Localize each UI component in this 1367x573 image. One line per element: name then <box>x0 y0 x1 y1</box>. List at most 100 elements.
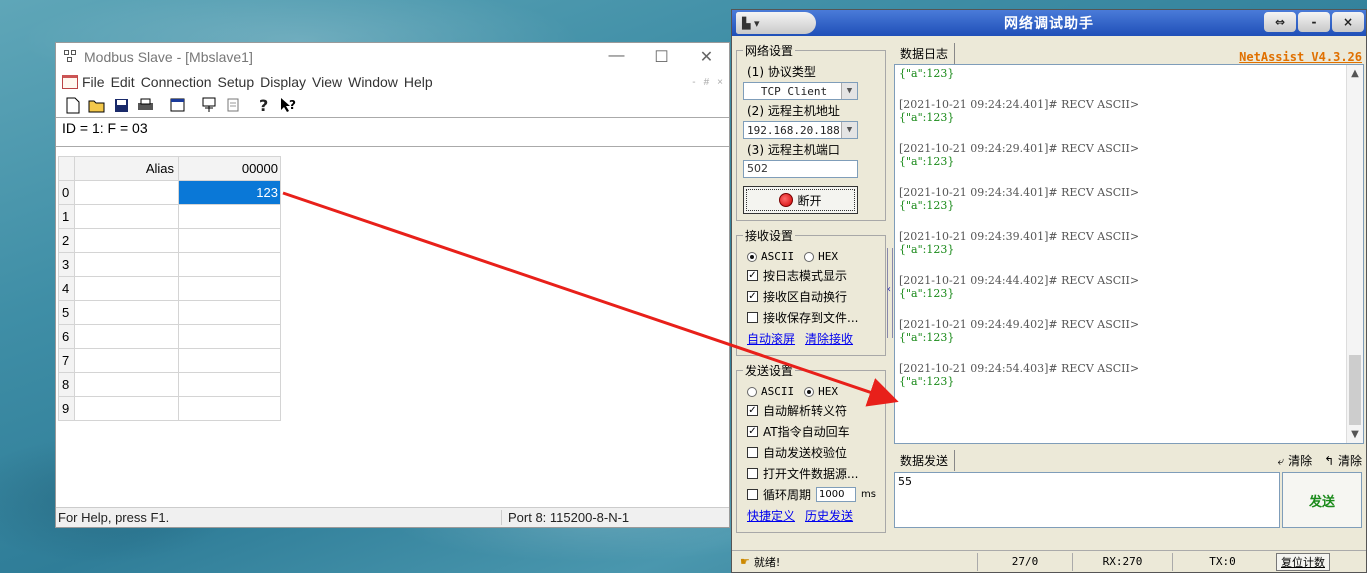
modbus-menubar: File Edit Connection Setup Display View … <box>56 71 729 93</box>
clear-all-button[interactable]: ↰ 清除 <box>1324 452 1362 469</box>
menu-view[interactable]: View <box>312 74 342 90</box>
menu-file[interactable]: File <box>82 74 105 90</box>
file-source-checkbox[interactable] <box>747 468 758 479</box>
value-cell[interactable] <box>178 300 281 325</box>
chevron-down-icon[interactable]: ▼ <box>841 122 857 138</box>
protocol-select[interactable]: TCP Client ▼ <box>743 82 858 100</box>
chevron-down-icon[interactable]: ▼ <box>841 83 857 99</box>
tab-data-send[interactable]: 数据发送 <box>894 449 956 471</box>
scroll-down-icon[interactable]: ▼ <box>1347 426 1363 443</box>
modbus-titlebar[interactable]: Modbus Slave - [Mbslave1] — ☐ ✕ <box>56 43 729 71</box>
protocol-value: TCP Client <box>760 84 828 98</box>
value-cell-selected[interactable]: 123 <box>178 180 281 205</box>
scroll-up-icon[interactable]: ▲ <box>1347 65 1363 82</box>
send-input[interactable]: 55 <box>894 472 1280 528</box>
traffic-icon[interactable] <box>222 95 244 115</box>
alias-cell[interactable] <box>74 228 179 253</box>
version-link[interactable]: NetAssist V4.3.26 <box>1239 50 1364 64</box>
auto-wrap-checkbox[interactable]: ✓ <box>747 291 758 302</box>
value-cell[interactable] <box>178 228 281 253</box>
value-cell[interactable] <box>178 396 281 421</box>
alias-cell[interactable] <box>74 324 179 349</box>
communication-icon[interactable] <box>198 95 220 115</box>
mdi-restore-button[interactable]: # <box>704 77 710 88</box>
open-folder-icon[interactable] <box>86 95 108 115</box>
mdi-minimize-button[interactable]: - <box>692 77 695 88</box>
host-select[interactable]: 192.168.20.188 ▼ <box>743 121 858 139</box>
row-header: 7 <box>58 348 75 373</box>
table-row: 9 <box>58 396 281 421</box>
save-to-file-checkbox[interactable] <box>747 312 758 323</box>
send-history-link[interactable]: 历史发送 <box>805 507 853 524</box>
chevron-left-icon[interactable]: ‹ <box>887 284 891 295</box>
panel-splitter[interactable]: ‹ <box>887 248 893 338</box>
value-cell[interactable] <box>178 372 281 397</box>
recv-hex-radio[interactable] <box>804 251 815 262</box>
value-cell[interactable] <box>178 276 281 301</box>
pin-button[interactable]: ⇔ <box>1264 12 1296 32</box>
alias-cell[interactable] <box>74 276 179 301</box>
menu-setup[interactable]: Setup <box>218 74 255 90</box>
log-mode-checkbox[interactable]: ✓ <box>747 270 758 281</box>
send-button[interactable]: 发送 <box>1282 472 1362 528</box>
menu-help[interactable]: Help <box>404 74 433 90</box>
new-file-icon[interactable] <box>62 95 84 115</box>
help-icon[interactable]: ? <box>254 95 276 115</box>
alias-cell[interactable] <box>74 396 179 421</box>
alias-cell[interactable] <box>74 204 179 229</box>
value-cell[interactable] <box>178 324 281 349</box>
log-scrollbar[interactable]: ▲ ▼ <box>1346 65 1363 443</box>
send-ascii-radio[interactable] <box>747 386 757 397</box>
alias-cell[interactable] <box>74 252 179 277</box>
alias-cell[interactable] <box>74 180 179 205</box>
disconnect-button[interactable]: 断开 <box>743 186 858 214</box>
log-entry: [2021-10-21 09:24:34.401]# RECV ASCII> {… <box>899 186 1359 212</box>
scroll-thumb[interactable] <box>1349 355 1361 425</box>
reset-count-button[interactable]: 复位计数 <box>1276 552 1330 571</box>
file-source-label: 打开文件数据源... <box>763 467 859 481</box>
minimize-button[interactable]: - <box>1298 12 1330 32</box>
value-cell[interactable] <box>178 252 281 277</box>
tab-data-log[interactable]: 数据日志 <box>894 43 956 64</box>
receive-log-area[interactable]: {"a":123} [2021-10-21 09:24:24.401]# REC… <box>894 64 1364 444</box>
window-icon[interactable] <box>166 95 188 115</box>
netassist-titlebar[interactable]: ▙ ▾ 网络调试助手 ⇔ - × <box>732 10 1366 36</box>
send-hex-radio[interactable] <box>804 386 815 397</box>
auto-scroll-link[interactable]: 自动滚屏 <box>747 330 795 347</box>
value-cell[interactable] <box>178 204 281 229</box>
table-row: 1 <box>58 204 281 229</box>
close-button[interactable]: × <box>1332 12 1364 32</box>
print-icon[interactable] <box>134 95 156 115</box>
loop-period-input[interactable]: 1000 <box>816 487 857 502</box>
grid-corner <box>58 156 75 181</box>
minimize-button[interactable]: — <box>594 47 639 67</box>
at-auto-cr-checkbox[interactable]: ✓ <box>747 426 758 437</box>
close-button[interactable]: ✕ <box>684 47 729 67</box>
escape-parse-checkbox[interactable]: ✓ <box>747 405 758 416</box>
menu-connection[interactable]: Connection <box>141 74 212 90</box>
port-input[interactable]: 502 <box>743 160 858 178</box>
tx-status: TX:0 <box>1172 552 1272 571</box>
document-icon[interactable] <box>62 75 78 89</box>
alias-cell[interactable] <box>74 372 179 397</box>
alias-cell[interactable] <box>74 300 179 325</box>
alias-cell[interactable] <box>74 348 179 373</box>
recv-ascii-radio[interactable] <box>747 251 757 262</box>
clear-send-button[interactable]: ⤶ 清除 <box>1278 452 1313 469</box>
log-entry: [2021-10-21 09:24:39.401]# RECV ASCII> {… <box>899 230 1359 256</box>
context-help-icon[interactable]: ? <box>278 95 300 115</box>
maximize-button[interactable]: ☐ <box>639 47 684 67</box>
save-icon[interactable] <box>110 95 132 115</box>
save-to-file-label: 接收保存到文件... <box>763 311 859 325</box>
menu-edit[interactable]: Edit <box>111 74 135 90</box>
mdi-close-button[interactable]: × <box>717 77 723 88</box>
log-entry: [2021-10-21 09:24:24.401]# RECV ASCII> {… <box>899 98 1359 124</box>
auto-checksum-checkbox[interactable] <box>747 447 758 458</box>
menu-window[interactable]: Window <box>348 74 398 90</box>
quick-define-link[interactable]: 快捷定义 <box>747 507 795 524</box>
clear-receive-link[interactable]: 清除接收 <box>805 330 853 347</box>
value-cell[interactable] <box>178 348 281 373</box>
row-header: 2 <box>58 228 75 253</box>
loop-period-checkbox[interactable] <box>747 489 758 500</box>
menu-display[interactable]: Display <box>260 74 306 90</box>
